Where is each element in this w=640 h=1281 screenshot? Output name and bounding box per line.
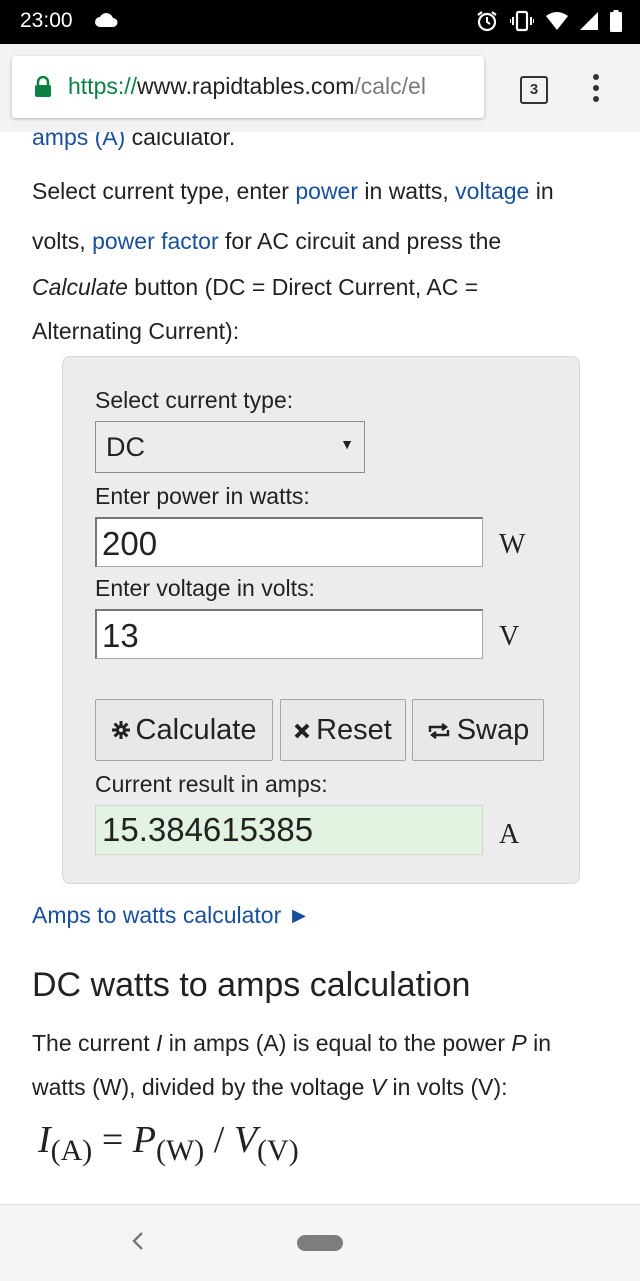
lock-icon bbox=[34, 75, 52, 103]
url-text[interactable]: https://www.rapidtables.com/calc/el bbox=[68, 73, 476, 100]
intro-line-4: Alternating Current): bbox=[32, 318, 240, 344]
power-link[interactable]: power bbox=[295, 178, 358, 204]
power-factor-link[interactable]: power factor bbox=[92, 228, 219, 254]
intro-line-3: Calculate button (DC = Direct Current, A… bbox=[32, 274, 479, 300]
tab-switcher-button[interactable]: 3 bbox=[520, 76, 548, 104]
navigation-bar bbox=[0, 1204, 640, 1281]
alarm-icon bbox=[476, 10, 498, 37]
reset-button[interactable]: Reset bbox=[280, 699, 406, 761]
back-icon[interactable] bbox=[130, 1227, 146, 1259]
section-heading: DC watts to amps calculation bbox=[32, 966, 471, 1004]
voltage-unit: V bbox=[499, 621, 520, 652]
page-content: amps (A) calculator. Select current type… bbox=[0, 132, 640, 1204]
result-output: 15.384615385 bbox=[95, 805, 483, 855]
dropdown-arrow-icon: ▼ bbox=[340, 436, 354, 452]
wifi-icon bbox=[546, 12, 568, 35]
swap-icon bbox=[427, 714, 451, 747]
result-unit: A bbox=[499, 819, 520, 850]
voltage-label: Enter voltage in volts: bbox=[95, 575, 315, 601]
gear-icon bbox=[111, 714, 130, 747]
result-label: Current result in amps: bbox=[95, 771, 328, 797]
voltage-input[interactable]: 13 bbox=[95, 609, 483, 659]
power-input[interactable]: 200 bbox=[95, 517, 483, 567]
signal-icon bbox=[580, 12, 598, 35]
url-path: /calc/el bbox=[354, 73, 426, 99]
intro-line-2: volts, power factor for AC circuit and p… bbox=[32, 228, 502, 254]
power-label: Enter power in watts: bbox=[95, 483, 310, 509]
voltage-link[interactable]: voltage bbox=[455, 178, 529, 204]
amps-link[interactable]: amps (A) bbox=[32, 132, 125, 150]
amps-to-watts-link[interactable]: Amps to watts calculator ► bbox=[32, 902, 310, 929]
swap-button[interactable]: Swap bbox=[412, 699, 544, 761]
browser-toolbar: https://www.rapidtables.com/calc/el 3 bbox=[0, 44, 640, 132]
intro-line-0: amps (A) calculator. bbox=[32, 132, 235, 151]
battery-icon bbox=[610, 10, 622, 37]
url-scheme: https:// bbox=[68, 73, 138, 99]
close-icon bbox=[294, 714, 310, 747]
current-type-select[interactable]: DC ▼ bbox=[95, 421, 365, 473]
calculator-panel: Select current type: DC ▼ Enter power in… bbox=[62, 356, 580, 884]
current-type-value: DC bbox=[106, 432, 145, 462]
overflow-menu-icon[interactable] bbox=[588, 74, 604, 104]
current-type-label: Select current type: bbox=[95, 387, 294, 413]
section-desc-line-1: The current I in amps (A) is equal to th… bbox=[32, 1030, 552, 1056]
vibrate-icon bbox=[509, 10, 535, 37]
section-desc-line-2: watts (W), divided by the voltage V in v… bbox=[32, 1074, 508, 1100]
calculate-button[interactable]: Calculate bbox=[95, 699, 273, 761]
power-unit: W bbox=[499, 529, 526, 560]
home-icon[interactable] bbox=[297, 1235, 343, 1251]
url-bar[interactable]: https://www.rapidtables.com/calc/el bbox=[12, 56, 484, 118]
status-bar: 23:00 bbox=[0, 0, 640, 44]
url-host: www.rapidtables.com bbox=[137, 73, 355, 99]
status-time: 23:00 bbox=[20, 9, 73, 32]
intro-line-1: Select current type, enter power in watt… bbox=[32, 178, 554, 204]
cloud-icon bbox=[94, 12, 118, 33]
formula: I(A) = P(W) / V(V) bbox=[38, 1119, 299, 1167]
